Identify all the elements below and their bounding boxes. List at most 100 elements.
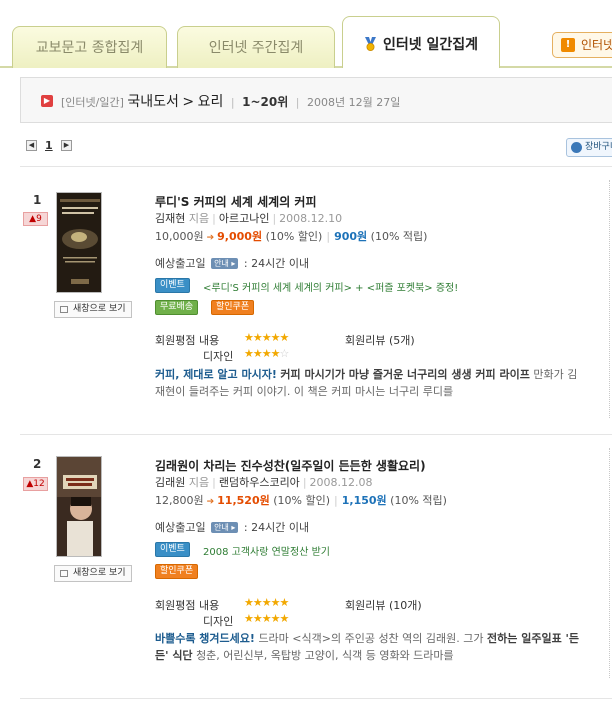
coupon-badge[interactable]: 할인쿠폰 (211, 300, 255, 315)
tab-internet-extra[interactable]: ! 인터넷 (552, 32, 612, 58)
price-line: 12,800원 ➔ 11,520원 (10% 할인) | 1,150원 (10% 적립) (155, 494, 447, 507)
cart-icon (571, 142, 582, 153)
event-badge: 이벤트 (155, 542, 190, 557)
book-publisher[interactable]: 아르고나인 (219, 212, 270, 225)
tab-internet-weekly[interactable]: 인터넷 주간집계 (177, 26, 335, 68)
book-cover-art (57, 457, 101, 556)
tab-internet-daily[interactable]: 인터넷 일간집계 (342, 16, 500, 68)
points-value: 900원 (334, 230, 368, 243)
review-count-link[interactable]: 회원리뷰 (10개) (345, 597, 422, 613)
price-line: 10,000원 ➔ 9,000원 (10% 할인) | 900원 (10% 적립) (155, 230, 428, 243)
book-title[interactable]: 루디'S 커피의 세계 세계의 커피 (155, 193, 317, 210)
rank-number: 1 (33, 193, 42, 207)
event-link[interactable]: 2008 고객사랑 연말정산 받기 (203, 543, 330, 558)
design-label: 디자인 (203, 615, 234, 628)
ship-value: : 24시간 이내 (243, 521, 310, 534)
new-window-label: 새창으로 보기 (73, 568, 126, 578)
book-description: 커피, 제대로 알고 마시자! 커피 마시기가 마냥 즐거운 너구리의 생생 커… (155, 366, 585, 400)
open-new-window-button[interactable]: 새창으로 보기 (54, 301, 132, 318)
design-rating-stars: ★★★★★ (244, 612, 289, 625)
book-cover-image[interactable] (56, 456, 102, 557)
book-cover-art (57, 193, 101, 292)
desc-body-b: 청춘, 어린신부, 옥탑방 고양이, 식객 등 영화와 드라마를 (196, 649, 454, 662)
points-rate: (10% 적립) (370, 230, 428, 243)
list-price: 10,000원 (155, 230, 204, 243)
divider (609, 180, 610, 418)
ship-value: : 24시간 이내 (243, 257, 310, 270)
rating-label: 회원평점 내용 (155, 599, 220, 612)
warning-icon: ! (561, 38, 575, 52)
breadcrumb-arrow: > (182, 94, 195, 110)
book-author[interactable]: 김재현 (155, 212, 185, 225)
book-meta: 김재현 지음 | 아르고나인 | 2008.12.10 (155, 212, 343, 225)
book-meta: 김래원 지음 | 랜덤하우스코리아 | 2008.12.08 (155, 476, 373, 489)
desc-body-a: 드라마 <식객>의 주인공 성찬 역의 김래원. 그가 (258, 632, 484, 645)
tab-kyobo-total[interactable]: 교보문고 종합집계 (12, 26, 167, 68)
breadcrumb-domestic[interactable]: 국내도서 (127, 94, 179, 110)
breadcrumb-genre[interactable]: 요리 (198, 94, 224, 110)
discount-rate: (10% 할인) (273, 494, 331, 507)
points-value: 1,150원 (341, 494, 387, 507)
event-badge: 이벤트 (155, 278, 190, 293)
rating-label: 회원평점 내용 (155, 334, 220, 347)
open-new-window-button[interactable]: 새창으로 보기 (54, 565, 132, 582)
rank-change-badge: ▲9 (23, 212, 48, 226)
divider (609, 448, 610, 678)
event-link[interactable]: <루디'S 커피의 세계 세계의 커피> + <퍼즐 포켓북> 증정! (203, 279, 458, 294)
pub-date: 2008.12.10 (279, 212, 343, 225)
design-label: 디자인 (203, 350, 234, 363)
desc-headline: 바쁠수록 챙겨드세요! (155, 632, 255, 645)
rank-number: 2 (33, 457, 42, 471)
cart-button-label: 장바구니 (585, 142, 612, 152)
desc-headline: 커피, 제대로 알고 마시자! (155, 368, 277, 381)
breadcrumb-date: 2008년 12월 27일 (307, 96, 401, 109)
medal-icon (364, 37, 376, 51)
ship-label: 예상출고일 (155, 257, 206, 270)
book-description: 바쁠수록 챙겨드세요! 드라마 <식객>의 주인공 성찬 역의 김래원. 그가 … (155, 630, 585, 664)
design-rating-stars: ★★★★☆ (244, 347, 289, 360)
sale-price: 9,000원 (217, 230, 263, 243)
discount-rate: (10% 할인) (265, 230, 323, 243)
review-count-link[interactable]: 회원리뷰 (5개) (345, 332, 415, 348)
content-rating-stars: ★★★★★ (244, 331, 289, 344)
next-page-button[interactable]: ▶ (61, 140, 72, 151)
free-shipping-badge: 무료배송 (155, 300, 199, 315)
divider (20, 434, 612, 435)
arrow-right-icon: ▶ (41, 95, 53, 107)
new-window-label: 새창으로 보기 (73, 304, 126, 314)
divider (20, 698, 612, 699)
breadcrumb-range: 1~20위 (242, 95, 289, 109)
author-role: 지음 (188, 476, 210, 489)
ship-guide-button[interactable]: 안내 ▸ (211, 258, 239, 269)
breadcrumb: ▶ [인터넷/일간] 국내도서 > 요리 | 1~20위 | 2008년 12월… (20, 77, 612, 123)
book-title[interactable]: 김래원이 차리는 진수성찬(일주일이 든든한 생활요리) (155, 457, 426, 474)
desc-subhead: 커피 마시기가 마냥 즐거운 너구리의 생생 커피 라이프 (280, 368, 530, 381)
coupon-badge[interactable]: 할인쿠폰 (155, 564, 199, 579)
window-icon (60, 306, 68, 313)
cart-button[interactable]: 장바구니 (566, 138, 612, 157)
arrow-right-icon: ➔ (206, 497, 215, 507)
author-role: 지음 (188, 212, 210, 225)
book-author[interactable]: 김래원 (155, 476, 185, 489)
content-rating-stars: ★★★★★ (244, 596, 289, 609)
divider (20, 166, 612, 167)
ship-label: 예상출고일 (155, 521, 206, 534)
arrow-right-icon: ➔ (206, 233, 215, 243)
rank-change-badge: ▲12 (23, 477, 48, 491)
ranking-tabbar: 교보문고 종합집계 인터넷 주간집계 인터넷 일간집계 ! 인터넷 (0, 0, 612, 68)
page-number[interactable]: 1 (45, 139, 53, 152)
ship-guide-button[interactable]: 안내 ▸ (211, 522, 239, 533)
breadcrumb-text: [인터넷/일간] 국내도서 > 요리 | 1~20위 | 2008년 12월 2… (61, 94, 401, 110)
list-price: 12,800원 (155, 494, 204, 507)
book-cover-image[interactable] (56, 192, 102, 293)
shipping-info: 예상출고일 안내 ▸ : 24시간 이내 (155, 519, 309, 535)
prev-page-button[interactable]: ◀ (26, 140, 37, 151)
window-icon (60, 570, 68, 577)
points-rate: (10% 적립) (390, 494, 447, 507)
tab-internet-daily-label: 인터넷 일간집계 (382, 37, 479, 53)
pub-date: 2008.12.08 (309, 476, 373, 489)
sale-price: 11,520원 (217, 494, 270, 507)
shipping-info: 예상출고일 안내 ▸ : 24시간 이내 (155, 255, 309, 271)
book-publisher[interactable]: 랜덤하우스코리아 (219, 476, 300, 489)
breadcrumb-prefix: [인터넷/일간] (61, 96, 124, 109)
